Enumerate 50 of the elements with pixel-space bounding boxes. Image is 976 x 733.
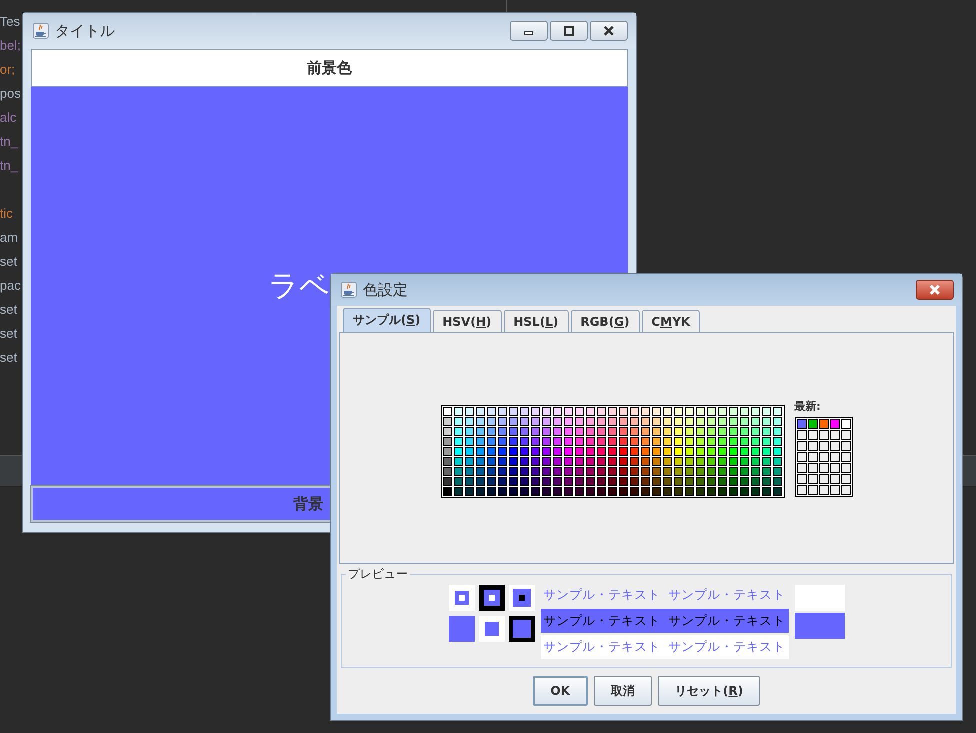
sample-text: サンプル・テキスト [544,586,660,604]
dialog-button[interactable]: OK [532,676,588,706]
code-line: pac [0,277,21,295]
recent-color-swatch[interactable] [830,419,840,429]
recent-swatch-grid[interactable] [794,417,852,497]
sample-text: サンプル・テキスト [668,612,786,630]
maximize-button[interactable] [550,21,588,41]
code-line: tn_ [0,157,20,175]
tab[interactable]: RGB(G) [570,310,640,332]
close-button[interactable] [590,21,628,41]
label-text: ラベ [268,268,330,306]
minimize-button[interactable] [510,21,548,41]
code-line: am [0,229,20,247]
tab[interactable]: CMYK [642,310,700,332]
window-title: 色設定 [363,280,409,300]
recent-color-swatch[interactable] [796,419,806,429]
sample-text: サンプル・テキスト [544,638,660,656]
code-line: set [0,253,18,271]
color-swatch-grid[interactable] [440,404,784,498]
tab[interactable]: HSV(H) [432,310,502,332]
maximize-icon [564,26,574,36]
code-line: set [0,349,18,367]
dialog-button[interactable]: 取消 [594,676,652,706]
code-line: or; [0,61,16,79]
sample-text: サンプル・テキスト [668,586,786,604]
sample-text: サンプル・テキスト [668,638,786,656]
window-title: タイトル [55,22,116,40]
close-icon [603,26,615,36]
close-icon [928,284,942,296]
recent-color-swatch[interactable] [840,419,850,429]
coffee-cup-icon [341,282,357,298]
code-line: tic [0,205,14,223]
recent-color-swatch[interactable] [818,419,828,429]
tab[interactable]: サンプル(S) [343,308,431,332]
close-button[interactable] [916,280,954,300]
code-line: Tes [0,13,21,31]
coffee-cup-icon [33,23,49,39]
preview-color-block [794,613,844,639]
code-line: pos [0,85,21,103]
dialog-button[interactable]: リセット(R) [658,676,760,706]
code-line: bel; [0,37,21,55]
code-line: set [0,301,18,319]
code-line: set [0,325,18,343]
sample-text: サンプル・テキスト [544,612,660,630]
recent-label: 最新: [794,399,822,414]
code-line: alc [0,109,18,127]
recent-color-swatch[interactable] [808,419,818,429]
header-label: 前景色 [31,49,628,87]
code-line: tn_ [0,133,20,151]
tab[interactable]: HSL(L) [504,310,569,332]
